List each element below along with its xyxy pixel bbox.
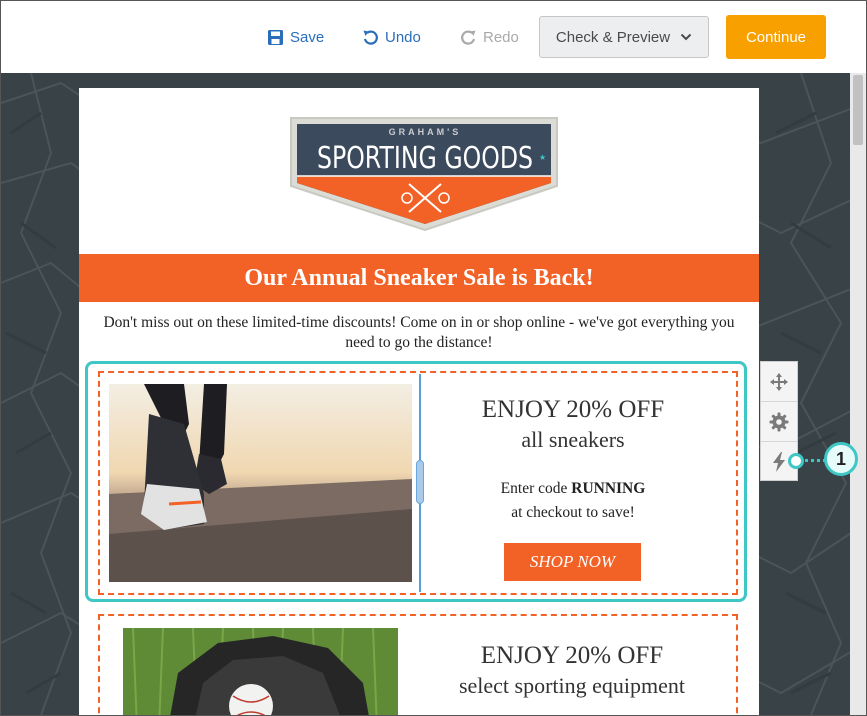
runner-shoe-image[interactable]	[109, 384, 412, 582]
toolbar: Save Undo Redo Check & Preview Continue	[1, 1, 866, 73]
redo-icon	[461, 30, 476, 45]
svg-text:★: ★	[539, 153, 546, 162]
logo-top-text: GRAHAM'S	[389, 127, 462, 137]
promo1-code-text[interactable]: Enter code RUNNING at checkout to save!	[431, 477, 715, 525]
redo-button[interactable]: Redo	[460, 15, 519, 59]
promo2-title[interactable]: ENJOY 20% OFF	[411, 641, 733, 671]
check-preview-label: Check & Preview	[555, 28, 671, 46]
promo1-title[interactable]: ENJOY 20% OFF	[431, 395, 715, 425]
save-button[interactable]: Save	[267, 15, 324, 59]
promo1-code: RUNNING	[571, 480, 646, 497]
continue-button[interactable]: Continue	[726, 15, 826, 59]
editor-window: Save Undo Redo Check & Preview Continue	[0, 0, 867, 716]
move-icon	[770, 372, 788, 391]
scrollbar[interactable]	[850, 73, 866, 715]
logo-main-text: SPORTING GOODS	[317, 141, 533, 176]
redo-label: Redo	[483, 28, 519, 46]
undo-label: Undo	[385, 28, 421, 46]
callout-anchor-dot	[788, 453, 804, 469]
column-resize-handle[interactable]	[416, 460, 424, 504]
promo2-subtitle[interactable]: select sporting equipment	[411, 672, 733, 700]
baseball-glove-image[interactable]	[123, 628, 398, 715]
shop-now-button[interactable]: SHOP NOW	[504, 543, 641, 581]
intro-text[interactable]: Don't miss out on these limited-time dis…	[99, 313, 739, 353]
gear-icon	[769, 412, 789, 431]
undo-button[interactable]: Undo	[362, 15, 421, 59]
logo-area[interactable]: GRAHAM'S SPORTING GOODS ★	[79, 88, 759, 254]
sporting-goods-logo: GRAHAM'S SPORTING GOODS ★	[290, 117, 558, 232]
lightning-icon	[773, 451, 785, 472]
save-icon	[268, 29, 283, 45]
continue-label: Continue	[745, 28, 807, 46]
save-label: Save	[290, 28, 325, 46]
move-block-button[interactable]	[761, 362, 797, 402]
sale-banner-title[interactable]: Our Annual Sneaker Sale is Back!	[79, 254, 759, 302]
chevron-down-icon	[680, 33, 692, 41]
promo1-subtitle[interactable]: all sneakers	[431, 426, 715, 454]
check-preview-button[interactable]: Check & Preview	[539, 16, 709, 58]
promo1-code-prefix: Enter code	[500, 480, 572, 497]
undo-icon	[363, 30, 378, 45]
callout-number-badge: 1	[824, 442, 858, 476]
block-settings-button[interactable]	[761, 402, 797, 442]
scrollbar-thumb[interactable]	[853, 75, 863, 145]
promo1-code-line2: at checkout to save!	[511, 504, 635, 521]
